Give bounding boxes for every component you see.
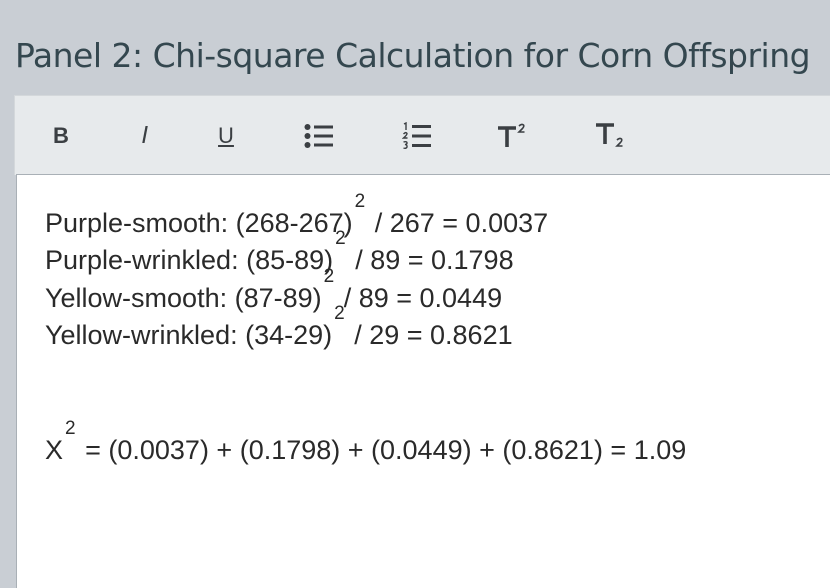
panel-title: Panel 2: Chi-square Calculation for Corn… — [15, 36, 811, 75]
chi-square-total-line: X2 = (0.0037) + (0.1798) + (0.0449) + (0… — [45, 418, 687, 466]
exponent: 2 — [354, 191, 366, 212]
numbered-list-icon — [402, 122, 431, 150]
calc-expression: Yellow-wrinkled: (34-29) — [45, 320, 333, 350]
calc-line-yellow-smooth: Yellow-smooth: (87-89)2 / 89 = 0.0449 — [45, 266, 503, 314]
calc-expression: Purple-wrinkled: (85-89) — [45, 245, 334, 275]
calc-result: / 29 = 0.8621 — [346, 320, 513, 350]
calc-line-purple-wrinkled: Purple-wrinkled: (85-89)2 / 89 = 0.1798 — [45, 228, 514, 276]
formatting-toolbar: B I U — [14, 95, 830, 175]
chi-square-sum: = (0.0037) + (0.1798) + (0.0449) + (0.86… — [77, 435, 687, 465]
calc-expression: Yellow-smooth: (87-89) — [45, 283, 322, 313]
numbered-list-button[interactable] — [400, 118, 434, 154]
editor-content-area[interactable]: Purple-smooth: (268-267)2 / 267 = 0.0037… — [16, 174, 830, 588]
subscript-icon — [596, 123, 623, 147]
bulleted-list-icon — [304, 124, 333, 148]
calc-line-purple-smooth: Purple-smooth: (268-267)2 / 267 = 0.0037 — [45, 191, 549, 239]
calc-result: / 267 = 0.0037 — [367, 208, 549, 238]
exponent: 2 — [335, 228, 346, 249]
calc-line-yellow-wrinkled: Yellow-wrinkled: (34-29)2 / 29 = 0.8621 — [45, 303, 513, 351]
chi-symbol: X — [45, 435, 64, 465]
italic-button[interactable]: I — [135, 118, 155, 154]
underline-button[interactable]: U — [213, 118, 239, 154]
exponent: 2 — [323, 266, 335, 287]
calc-expression: Purple-smooth: (268-267) — [45, 208, 353, 238]
subscript-button[interactable] — [593, 118, 629, 154]
bold-button[interactable]: B — [48, 118, 74, 154]
superscript-button[interactable] — [495, 118, 531, 154]
superscript-icon — [498, 123, 525, 147]
bulleted-list-button[interactable] — [302, 118, 336, 154]
rich-text-editor: B I U Purple-smooth: (268-267)2 / 267 = … — [14, 95, 830, 588]
calc-result: / 89 = 0.1798 — [347, 245, 514, 275]
exponent: 2 — [65, 418, 76, 439]
exponent: 2 — [334, 303, 345, 324]
calc-result: / 89 = 0.0449 — [336, 283, 503, 313]
